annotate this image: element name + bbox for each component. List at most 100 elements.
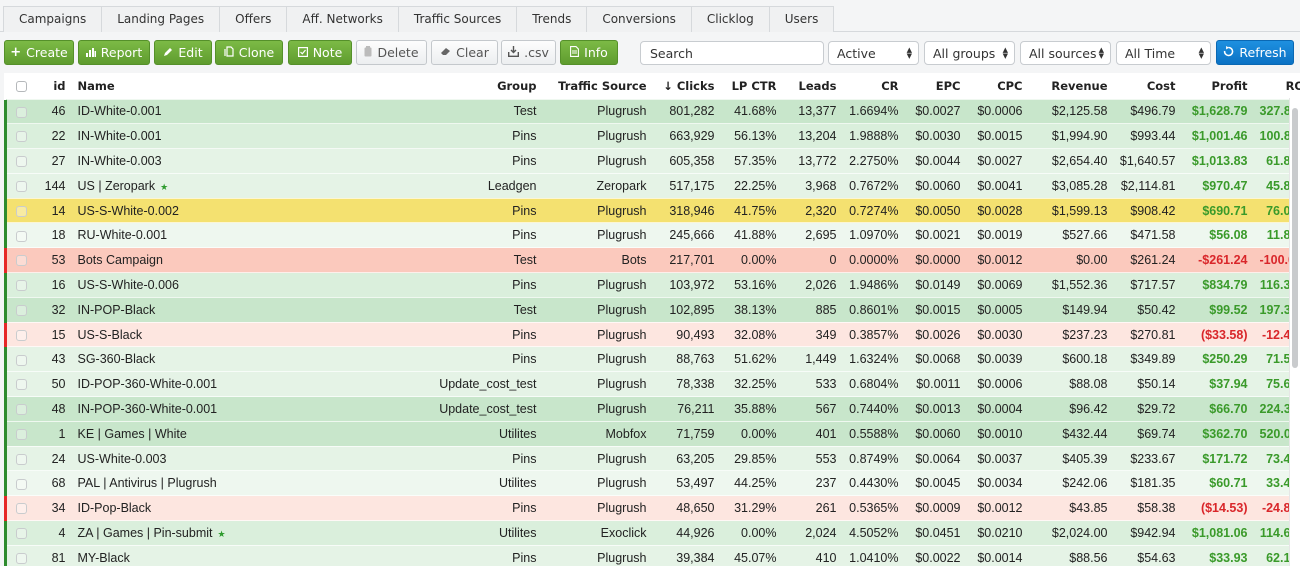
status-filter-select[interactable]: Active ▲ ▼ <box>828 41 919 65</box>
col-header-profit[interactable]: Profit <box>1181 73 1254 99</box>
row-checkbox[interactable] <box>15 478 27 490</box>
tab-aff-networks[interactable]: Aff. Networks <box>286 6 398 32</box>
tab-campaigns[interactable]: Campaigns <box>3 6 102 32</box>
row-checkbox[interactable] <box>15 354 27 366</box>
vertical-scrollbar[interactable] <box>1289 98 1300 566</box>
tab-landing-pages[interactable]: Landing Pages <box>101 6 220 32</box>
cell-name[interactable]: MY-Black <box>71 544 312 566</box>
col-header-revenue[interactable]: Revenue <box>1028 73 1114 99</box>
row-checkbox[interactable] <box>15 404 27 416</box>
table-row[interactable]: 27 IN-White-0.003 Pins Plugrush 605,358 57.35… <box>4 148 1300 174</box>
col-header-traffic-source[interactable]: Traffic Source <box>542 73 653 99</box>
select-all-checkbox[interactable] <box>15 80 27 92</box>
col-header-name[interactable]: Name <box>71 73 312 99</box>
table-row[interactable]: 1 KE | Games | White Utilites Mobfox 71,759 0… <box>4 420 1300 447</box>
table-row[interactable]: 4 ZA | Games | Pin-submit ★ Utilites Exoclic… <box>4 520 1300 546</box>
star-icon[interactable]: ★ <box>160 182 168 192</box>
table-row[interactable]: 53 Bots Campaign Test Bots 217,701 0.00% 0 0.00… <box>4 247 1300 273</box>
cell-name[interactable]: US-S-White-0.006 <box>71 272 312 298</box>
cell-name[interactable]: KE | Games | White <box>71 420 312 447</box>
cell-name[interactable]: US-White-0.003 <box>71 445 312 471</box>
row-checkbox[interactable] <box>15 503 27 515</box>
edit-button[interactable]: Edit <box>154 40 212 65</box>
col-header-lp-ctr[interactable]: LP CTR <box>720 73 783 99</box>
cell-name[interactable]: RU-White-0.001 <box>71 222 312 248</box>
row-checkbox[interactable] <box>15 329 27 341</box>
cell-name[interactable]: ID-Pop-Black <box>71 495 312 521</box>
cell-name[interactable]: ZA | Games | Pin-submit ★ <box>71 520 312 546</box>
search-input[interactable] <box>640 41 824 65</box>
table-row[interactable]: 81 MY-Black Pins Plugrush 39,384 45.07% 410 1.0… <box>4 544 1300 566</box>
table-row[interactable]: 15 US-S-Black Pins Plugrush 90,493 32.08% 349 0… <box>4 321 1300 347</box>
table-row[interactable]: 43 SG-360-Black Pins Plugrush 88,763 51.62% 1,… <box>4 346 1300 372</box>
table-row[interactable]: 48 IN-POP-360-White-0.001 Update_cost_test… <box>4 396 1300 422</box>
cell-name[interactable]: ID-POP-360-White-0.001 <box>71 371 312 397</box>
delete-button[interactable]: Delete <box>356 40 427 65</box>
cell-name[interactable]: Bots Campaign <box>71 247 312 273</box>
col-header-cpc[interactable]: CPC <box>966 73 1029 99</box>
row-checkbox[interactable] <box>15 428 27 440</box>
tab-traffic-sources[interactable]: Traffic Sources <box>397 6 517 32</box>
col-header-id[interactable]: id <box>35 73 72 99</box>
row-checkbox[interactable] <box>15 180 27 192</box>
refresh-button[interactable]: Refresh <box>1216 40 1294 65</box>
source-filter-select[interactable]: All sources ▲ ▼ <box>1020 41 1111 65</box>
tab-conversions[interactable]: Conversions <box>586 6 691 32</box>
table-row[interactable]: 24 US-White-0.003 Pins Plugrush 63,205 29.85%… <box>4 445 1300 471</box>
col-header-cr[interactable]: CR <box>842 73 905 99</box>
time-filter-select[interactable]: All Time ▲ ▼ <box>1116 41 1211 65</box>
report-button[interactable]: Report <box>78 40 150 65</box>
create-button[interactable]: + Create <box>4 40 74 65</box>
col-header-roi[interactable]: ROI <box>1253 73 1300 99</box>
table-row[interactable]: 16 US-S-White-0.006 Pins Plugrush 103,972 53.… <box>4 272 1300 298</box>
tab-users[interactable]: Users <box>768 6 835 32</box>
row-checkbox[interactable] <box>15 280 27 292</box>
table-row[interactable]: 18 RU-White-0.001 Pins Plugrush 245,666 41.88… <box>4 222 1300 248</box>
clone-button[interactable]: Clone <box>215 40 283 65</box>
tab-clicklog[interactable]: Clicklog <box>690 6 769 32</box>
row-checkbox[interactable] <box>15 553 27 565</box>
col-header-group[interactable]: Group <box>311 73 543 99</box>
scrollbar-thumb[interactable] <box>1292 108 1298 368</box>
row-checkbox[interactable] <box>15 304 27 316</box>
table-row[interactable]: 14 US-S-White-0.002 Pins Plugrush 318,946 41.… <box>4 197 1300 223</box>
row-checkbox[interactable] <box>15 230 27 242</box>
row-checkbox[interactable] <box>15 156 27 168</box>
group-filter-select[interactable]: All groups ▲ ▼ <box>924 41 1015 65</box>
row-checkbox[interactable] <box>15 453 27 465</box>
col-header-leads[interactable]: Leads <box>782 73 843 99</box>
table-row[interactable]: 34 ID-Pop-Black Pins Plugrush 48,650 31.29% 26… <box>4 495 1300 521</box>
cell-name[interactable]: PAL | Antivirus | Plugrush <box>71 470 312 496</box>
note-button[interactable]: Note <box>288 40 352 65</box>
info-button[interactable]: Info <box>560 40 618 65</box>
cell-name[interactable]: US | Zeropark ★ <box>71 172 312 199</box>
table-row[interactable]: 22 IN-White-0.001 Pins Plugrush 663,929 56.13… <box>4 123 1300 149</box>
row-checkbox[interactable] <box>15 255 27 267</box>
row-checkbox[interactable] <box>15 131 27 143</box>
row-checkbox[interactable] <box>15 106 27 118</box>
table-row[interactable]: 144 US | Zeropark ★ Leadgen Zeropark 517,175 2… <box>4 172 1300 199</box>
row-checkbox[interactable] <box>15 379 27 391</box>
row-checkbox[interactable] <box>15 205 27 217</box>
tab-offers[interactable]: Offers <box>219 6 287 32</box>
star-icon[interactable]: ★ <box>218 529 226 539</box>
cell-name[interactable]: SG-360-Black <box>71 346 312 372</box>
cell-name[interactable]: IN-White-0.003 <box>71 148 312 174</box>
table-row[interactable]: 32 IN-POP-Black Test Plugrush 102,895 38.13% 8… <box>4 296 1300 323</box>
cell-name[interactable]: IN-POP-Black <box>71 296 312 323</box>
cell-name[interactable]: IN-POP-360-White-0.001 <box>71 396 312 422</box>
export-csv-button[interactable]: .csv <box>501 40 556 65</box>
col-header-clicks[interactable]: ↓ Clicks <box>652 73 721 99</box>
row-checkbox[interactable] <box>15 528 27 540</box>
col-header-epc[interactable]: EPC <box>904 73 967 99</box>
table-row[interactable]: 68 PAL | Antivirus | Plugrush Utilites Plug… <box>4 470 1300 496</box>
table-row[interactable]: 46 ID-White-0.001 Test Plugrush 801,282 41.68… <box>4 98 1300 124</box>
tab-trends[interactable]: Trends <box>516 6 587 32</box>
table-row[interactable]: 50 ID-POP-360-White-0.001 Update_cost_test… <box>4 371 1300 397</box>
cell-name[interactable]: ID-White-0.001 <box>71 98 312 124</box>
cell-name[interactable]: US-S-White-0.002 <box>71 197 312 223</box>
clear-button[interactable]: Clear <box>431 40 498 65</box>
cell-name[interactable]: IN-White-0.001 <box>71 123 312 149</box>
col-header-cost[interactable]: Cost <box>1113 73 1182 99</box>
cell-name[interactable]: US-S-Black <box>71 321 312 347</box>
